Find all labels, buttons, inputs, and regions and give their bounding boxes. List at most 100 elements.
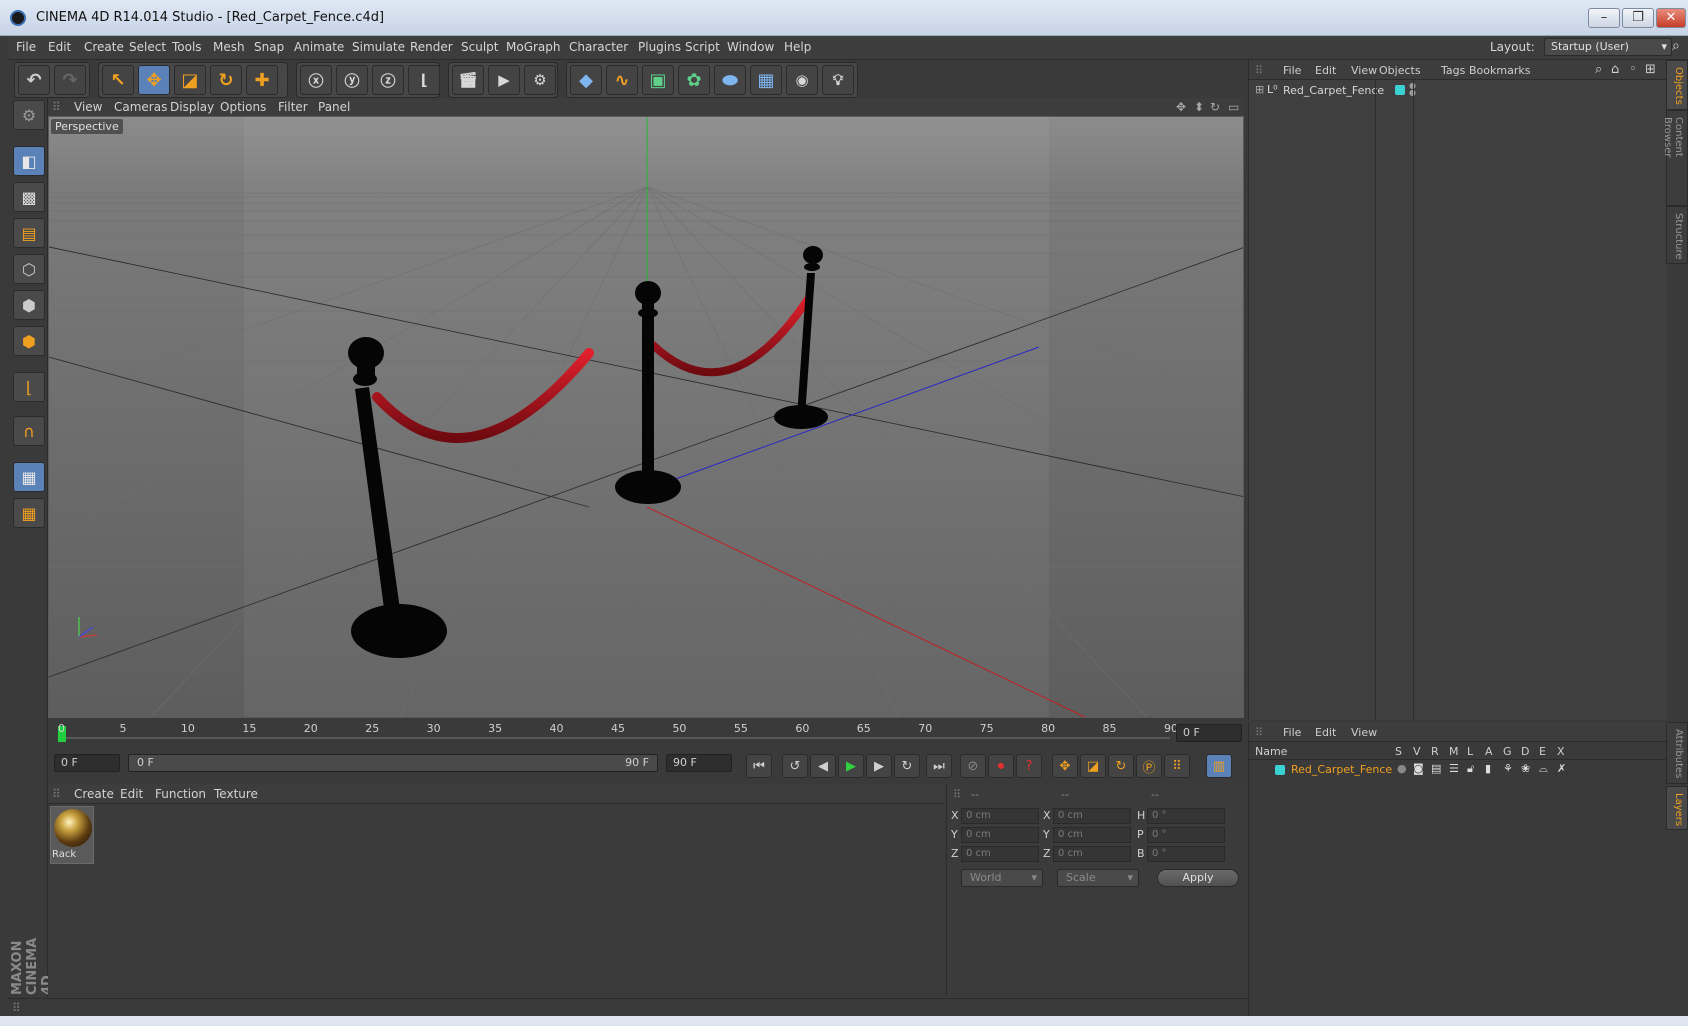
layer-col-m[interactable]: M bbox=[1449, 745, 1459, 758]
tab-layers[interactable]: Layers bbox=[1666, 786, 1688, 830]
objects-menu-view[interactable]: View bbox=[1351, 64, 1377, 77]
restore-button[interactable]: ❐ bbox=[1622, 8, 1654, 28]
key-rotation-button[interactable]: ↻ bbox=[1108, 754, 1134, 778]
new-window-icon[interactable]: ⊞ bbox=[1645, 62, 1656, 77]
layers-menu-view[interactable]: View bbox=[1351, 726, 1377, 739]
layer-col-r[interactable]: R bbox=[1431, 745, 1439, 758]
deformer-button[interactable]: ⬬ bbox=[714, 65, 746, 95]
texture-mode-button[interactable]: ▩ bbox=[13, 182, 45, 212]
key-scale-button[interactable]: ◪ bbox=[1080, 754, 1106, 778]
array-button[interactable]: ✿ bbox=[678, 65, 710, 95]
light-button[interactable]: 💡︎ bbox=[822, 65, 854, 95]
timeline-window-button[interactable]: ▥ bbox=[1206, 754, 1232, 778]
x-axis-button[interactable]: ⓧ bbox=[300, 65, 332, 95]
material-menu-create[interactable]: Create bbox=[74, 787, 114, 801]
object-row[interactable]: ⊞ L⁰ Red_Carpet_Fence ●● bbox=[1249, 82, 1667, 100]
menu-snap[interactable]: Snap bbox=[254, 40, 284, 54]
menu-mesh[interactable]: Mesh bbox=[213, 40, 245, 54]
lock-icon[interactable]: 🔓︎ bbox=[1467, 762, 1474, 776]
xref-icon[interactable]: ✗ bbox=[1557, 762, 1566, 775]
goto-start-button[interactable]: ⏮ bbox=[746, 754, 772, 778]
position-y-field[interactable]: 0 cm bbox=[961, 827, 1039, 843]
deformers-icon[interactable]: ❀ bbox=[1521, 762, 1530, 775]
close-button[interactable]: ✕ bbox=[1656, 8, 1686, 28]
coordinate-mode-select[interactable]: World ▾ bbox=[961, 869, 1043, 887]
render-view-button[interactable]: 🎬︎ bbox=[452, 65, 484, 95]
menu-render[interactable]: Render bbox=[410, 40, 453, 54]
menu-sculpt[interactable]: Sculpt bbox=[461, 40, 498, 54]
apply-button[interactable]: Apply bbox=[1157, 869, 1239, 887]
end-frame-field[interactable]: 90 F bbox=[666, 754, 732, 772]
render-picture-viewer-button[interactable]: ▶ bbox=[488, 65, 520, 95]
prev-key-button[interactable]: ↺ bbox=[782, 754, 808, 778]
live-selection-button[interactable]: ↖ bbox=[102, 65, 134, 95]
menu-select[interactable]: Select bbox=[129, 40, 166, 54]
position-x-field[interactable]: 0 cm bbox=[961, 808, 1039, 824]
tab-objects[interactable]: Objects bbox=[1666, 60, 1688, 110]
menu-character[interactable]: Character bbox=[569, 40, 628, 54]
solo-icon[interactable]: ● bbox=[1397, 762, 1407, 775]
start-frame-field[interactable]: 0 F bbox=[54, 754, 120, 772]
tab-content-browser[interactable]: Content Browser bbox=[1662, 110, 1688, 206]
expand-icon[interactable]: ⊞ bbox=[1255, 83, 1264, 96]
material-menu-function[interactable]: Function bbox=[155, 787, 206, 801]
orbit-icon[interactable]: ↻ bbox=[1210, 100, 1220, 114]
menu-window[interactable]: Window bbox=[727, 40, 774, 54]
menu-edit[interactable]: Edit bbox=[48, 40, 71, 54]
rotation-b-field[interactable]: 0 ° bbox=[1147, 846, 1225, 862]
layer-row[interactable]: Red_Carpet_Fence ● ◙ ▤ ☰ 🔓︎ ▮ ⚘ ❀ ⌓ ✗ bbox=[1249, 762, 1667, 778]
visible-eye-icon[interactable]: ◙ bbox=[1413, 762, 1424, 775]
tab-structure[interactable]: Structure bbox=[1666, 206, 1688, 264]
key-parameter-button[interactable]: Ⓟ bbox=[1136, 754, 1162, 778]
z-axis-button[interactable]: ⓩ bbox=[372, 65, 404, 95]
objects-menu-objects[interactable]: Objects bbox=[1379, 64, 1421, 77]
viewport-menu-cameras[interactable]: Cameras bbox=[114, 100, 167, 114]
redo-button[interactable]: ↷ bbox=[54, 65, 86, 95]
rotate-tool-button[interactable]: ↻ bbox=[210, 65, 242, 95]
layer-col-l[interactable]: L bbox=[1467, 745, 1473, 758]
menu-script[interactable]: Script bbox=[685, 40, 720, 54]
rotation-p-field[interactable]: 0 ° bbox=[1147, 827, 1225, 843]
layer-name[interactable]: Red_Carpet_Fence bbox=[1291, 763, 1392, 776]
frame-range-slider[interactable]: 0 F 90 F bbox=[128, 754, 658, 772]
size-x-field[interactable]: 0 cm bbox=[1053, 808, 1131, 824]
pan-icon[interactable]: ✥ bbox=[1176, 100, 1186, 114]
objects-menu-file[interactable]: File bbox=[1283, 64, 1301, 77]
polygons-mode-button[interactable]: ⬢ bbox=[13, 326, 45, 356]
layer-col-x[interactable]: X bbox=[1557, 745, 1565, 758]
model-mode-button[interactable]: ◧ bbox=[13, 146, 45, 176]
camera-button[interactable]: ◉ bbox=[786, 65, 818, 95]
rotation-h-field[interactable]: 0 ° bbox=[1147, 808, 1225, 824]
render-icon[interactable]: ▤ bbox=[1431, 762, 1441, 775]
material-menu-edit[interactable]: Edit bbox=[120, 787, 143, 801]
key-pla-button[interactable]: ⠿ bbox=[1164, 754, 1190, 778]
menu-simulate[interactable]: Simulate bbox=[352, 40, 405, 54]
layout-select[interactable]: Startup (User) ▾ bbox=[1544, 38, 1672, 56]
size-y-field[interactable]: 0 cm bbox=[1053, 827, 1131, 843]
layer-col-s[interactable]: S bbox=[1395, 745, 1402, 758]
size-mode-select[interactable]: Scale ▾ bbox=[1057, 869, 1139, 887]
autokey-button[interactable]: ⏺ bbox=[988, 754, 1014, 778]
menu-mograph[interactable]: MoGraph bbox=[506, 40, 561, 54]
tab-attributes[interactable]: Attributes bbox=[1666, 722, 1688, 784]
maximize-view-icon[interactable]: ▭ bbox=[1228, 100, 1239, 114]
menu-create[interactable]: Create bbox=[84, 40, 124, 54]
play-button[interactable]: ▶ bbox=[838, 754, 864, 778]
search-icon[interactable]: ⌕ bbox=[1595, 62, 1602, 77]
layer-col-a[interactable]: A bbox=[1485, 745, 1493, 758]
layer-col-v[interactable]: V bbox=[1413, 745, 1421, 758]
menu-tools[interactable]: Tools bbox=[172, 40, 202, 54]
layer-col-d[interactable]: D bbox=[1521, 745, 1529, 758]
layer-color-swatch[interactable] bbox=[1275, 765, 1285, 775]
animation-icon[interactable]: ▮ bbox=[1485, 762, 1491, 775]
viewport-menu-display[interactable]: Display bbox=[170, 100, 214, 114]
material-menu-texture[interactable]: Texture bbox=[214, 787, 258, 801]
menu-animate[interactable]: Animate bbox=[294, 40, 344, 54]
layer-col-g[interactable]: G bbox=[1503, 745, 1512, 758]
next-frame-button[interactable]: ▶ bbox=[866, 754, 892, 778]
record-keys-button[interactable]: ⊘ bbox=[960, 754, 986, 778]
axis-mode-button[interactable]: ⌊ bbox=[13, 372, 45, 402]
coordinate-system-button[interactable]: ⌊ bbox=[408, 65, 440, 95]
objects-menu-bookmarks[interactable]: Bookmarks bbox=[1469, 64, 1530, 77]
minimize-button[interactable]: – bbox=[1588, 8, 1620, 28]
